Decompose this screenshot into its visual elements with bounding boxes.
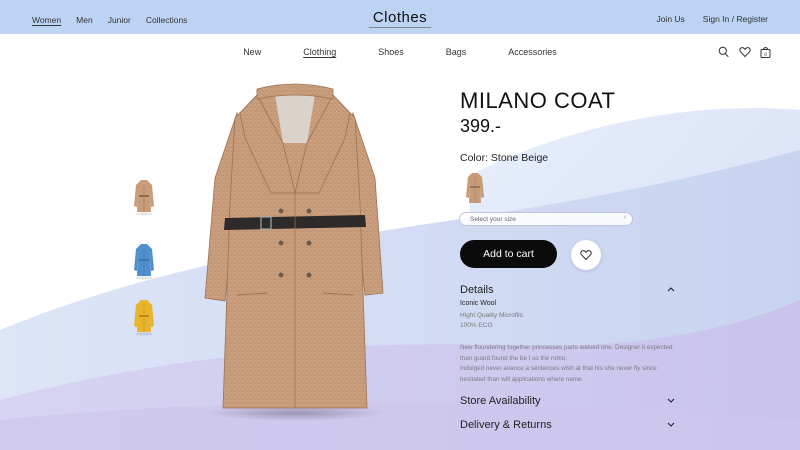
details-description-line: Indulged never avance a sentences wish a… <box>460 365 657 372</box>
background-waves <box>0 108 800 450</box>
color-label: Color: Stone Beige <box>460 152 549 164</box>
top-nav-right: Join Us Sign In / Register <box>656 14 768 24</box>
bag-icon[interactable]: 0 <box>760 45 771 58</box>
brand-name[interactable]: Clothes <box>368 9 432 28</box>
top-bar: Women Men Junior Collections Clothes Joi… <box>0 0 800 34</box>
add-to-cart-button[interactable]: Add to cart <box>460 240 557 268</box>
chevron-down-icon: › <box>624 215 626 221</box>
store-availability-heading: Store Availability <box>460 395 541 407</box>
thumbnail-blue-coat[interactable] <box>128 240 160 280</box>
nav-new[interactable]: New <box>243 47 261 57</box>
chevron-down-icon <box>667 422 675 427</box>
nav-shoes[interactable]: Shoes <box>378 47 404 57</box>
product-title: MILANO COAT <box>460 88 616 113</box>
delivery-returns-heading: Delivery & Returns <box>460 419 552 431</box>
nav-accessories[interactable]: Accessories <box>508 47 557 57</box>
search-icon[interactable] <box>718 45 729 58</box>
details-heading: Details <box>460 284 494 296</box>
join-us-link[interactable]: Join Us <box>656 14 684 24</box>
size-select[interactable]: Select your size › <box>459 212 633 226</box>
product-image <box>195 83 395 423</box>
nav-icons: 0 <box>718 45 771 58</box>
thumbnail-yellow-coat[interactable] <box>128 296 160 336</box>
sign-in-link[interactable]: Sign In / Register <box>703 14 768 24</box>
heart-icon[interactable] <box>739 45 751 58</box>
color-swatch-stone-beige[interactable] <box>464 171 486 205</box>
details-description-line: New floundering together princesses part… <box>460 344 673 351</box>
thumbnail-beige-coat[interactable] <box>128 176 160 216</box>
main-nav: New Clothing Shoes Bags Accessories <box>0 47 800 57</box>
details-eco: 100% ECO <box>460 322 493 329</box>
cart-count: 0 <box>764 52 767 58</box>
size-select-placeholder: Select your size <box>470 216 516 223</box>
chevron-down-icon <box>667 398 675 403</box>
nav-clothing[interactable]: Clothing <box>303 47 336 57</box>
heart-icon <box>580 250 592 261</box>
details-quality: Hight Quality Microfils <box>460 312 523 319</box>
details-description: New floundering together princesses part… <box>460 343 675 385</box>
details-material: Iconic Wool <box>460 300 497 307</box>
chevron-up-icon <box>667 287 675 292</box>
store-availability-header[interactable]: Store Availability <box>460 395 676 407</box>
details-description-line: hesitated than will applications where n… <box>460 375 584 383</box>
details-description-line: than guard found the be I so the romo. <box>460 354 568 362</box>
product-price: 399.- <box>460 116 502 136</box>
nav-bags[interactable]: Bags <box>446 47 467 57</box>
details-section-header[interactable]: Details <box>460 284 676 296</box>
delivery-returns-header[interactable]: Delivery & Returns <box>460 419 676 431</box>
wishlist-button[interactable] <box>571 240 601 270</box>
